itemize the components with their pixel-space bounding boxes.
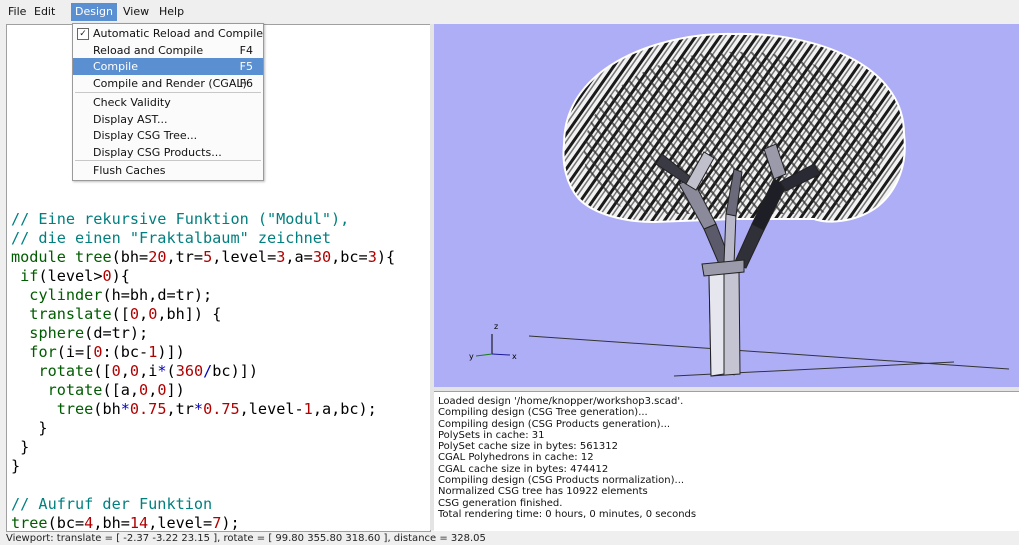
axis-label-x: x <box>512 352 517 361</box>
code-line[interactable]: } <box>11 419 395 438</box>
console-line: Normalized CSG tree has 10922 elements <box>438 486 648 498</box>
menu-edit[interactable]: Edit <box>30 4 59 20</box>
console-line: CGAL cache size in bytes: 474412 <box>438 463 609 475</box>
code-text[interactable]: // Eine rekursive Funktion ("Modul"),// … <box>11 210 395 531</box>
viewport-status: Viewport: translate = [ -2.37 -3.22 23.1… <box>6 533 486 544</box>
menu-item-shortcut: F6 <box>239 77 253 90</box>
menu-design[interactable]: Design <box>71 3 117 21</box>
design-menu-dropdown: ✓ Automatic Reload and Compile Reload and … <box>72 23 264 181</box>
console-line: PolySet cache size in bytes: 561312 <box>438 441 619 453</box>
menu-item-label: Compile and Render (CGAL) <box>93 77 247 90</box>
console-line: CGAL Polyhedrons in cache: 12 <box>438 452 594 464</box>
menu-item-flush-caches[interactable]: Flush Caches <box>73 162 263 179</box>
menu-item-label: Display CSG Tree... <box>93 129 198 142</box>
menu-item-display-ast[interactable]: Display AST... <box>73 111 263 128</box>
code-line[interactable]: tree(bc=4,bh=14,level=7); <box>11 514 395 531</box>
axis-line <box>528 335 1010 370</box>
menu-item-automatic-reload-and-compile[interactable]: ✓ Automatic Reload and Compile <box>73 25 263 42</box>
menu-item-label: Automatic Reload and Compile <box>93 27 264 40</box>
3d-viewport[interactable]: z y x <box>434 24 1019 387</box>
menu-item-shortcut: F4 <box>239 44 253 57</box>
code-line[interactable]: for(i=[0:(bc-1)]) <box>11 343 395 362</box>
code-line[interactable]: rotate([0,0,i*(360/bc)]) <box>11 362 395 381</box>
menu-help[interactable]: Help <box>155 4 188 20</box>
console-line: Loaded design '/home/knopper/workshop3.s… <box>438 396 684 407</box>
code-line[interactable]: cylinder(h=bh,d=tr); <box>11 286 395 305</box>
menu-separator <box>75 160 261 161</box>
menu-view[interactable]: View <box>119 4 153 20</box>
console-line: CSG generation finished. <box>438 497 563 509</box>
menu-item-label: Compile <box>93 60 138 73</box>
axis-label-y: y <box>469 352 474 361</box>
menu-item-label: Check Validity <box>93 96 171 109</box>
menu-item-shortcut: F5 <box>239 60 253 73</box>
menu-item-label: Display AST... <box>93 113 168 126</box>
menu-file[interactable]: File <box>4 4 30 20</box>
status-bar: Viewport: translate = [ -2.37 -3.22 23.1… <box>0 532 1019 545</box>
code-line[interactable]: // Eine rekursive Funktion ("Modul"), <box>11 210 395 229</box>
axis-gizmo-y <box>475 353 493 357</box>
console-lines: Loaded design '/home/knopper/workshop3.s… <box>434 396 696 520</box>
menu-item-label: Flush Caches <box>93 164 166 177</box>
code-line[interactable]: } <box>11 438 395 457</box>
code-line[interactable] <box>11 476 395 495</box>
console-line: Compiling design (CSG Products normaliza… <box>438 475 685 487</box>
axis-label-z: z <box>494 322 498 331</box>
checkbox-icon[interactable]: ✓ <box>77 28 89 40</box>
code-line[interactable]: if(level>0){ <box>11 267 395 286</box>
code-line[interactable]: translate([0,0,bh]) { <box>11 305 395 324</box>
console-line: Compiling design (CSG Products generatio… <box>438 418 671 430</box>
menu-item-label: Display CSG Products... <box>93 146 222 159</box>
code-line[interactable]: tree(bh*0.75,tr*0.75,level-1,a,bc); <box>11 400 395 419</box>
code-line[interactable]: module tree(bh=20,tr=5,level=3,a=30,bc=3… <box>11 248 395 267</box>
console-line: PolySets in cache: 31 <box>438 429 545 441</box>
console-line: Total rendering time: 0 hours, 0 minutes… <box>438 508 697 520</box>
menu-item-display-csg-products[interactable]: Display CSG Products... <box>73 144 263 161</box>
menu-item-display-csg-tree[interactable]: Display CSG Tree... <box>73 127 263 144</box>
menu-item-label: Reload and Compile <box>93 44 204 57</box>
menubar: File Edit Design View Help <box>0 0 1019 22</box>
menu-item-reload-and-compile[interactable]: Reload and Compile F4 <box>73 42 263 59</box>
menu-separator <box>75 92 261 93</box>
code-line[interactable]: // Aufruf der Funktion <box>11 495 395 514</box>
console-output: Loaded design '/home/knopper/workshop3.s… <box>434 391 1019 531</box>
code-line[interactable]: } <box>11 457 395 476</box>
code-line[interactable]: rotate([a,0,0]) <box>11 381 395 400</box>
code-line[interactable]: // die einen "Fraktalbaum" zeichnet <box>11 229 395 248</box>
tree-render: z y x <box>469 32 1010 377</box>
menu-item-compile-and-render-cgal[interactable]: Compile and Render (CGAL) F6 <box>73 75 263 92</box>
console-line: Compiling design (CSG Tree generation)..… <box>438 407 648 419</box>
menu-item-check-validity[interactable]: Check Validity <box>73 94 263 111</box>
code-line[interactable]: sphere(d=tr); <box>11 324 395 343</box>
axis-gizmo-x <box>491 353 511 356</box>
menu-item-compile[interactable]: Compile F5 <box>73 58 263 75</box>
